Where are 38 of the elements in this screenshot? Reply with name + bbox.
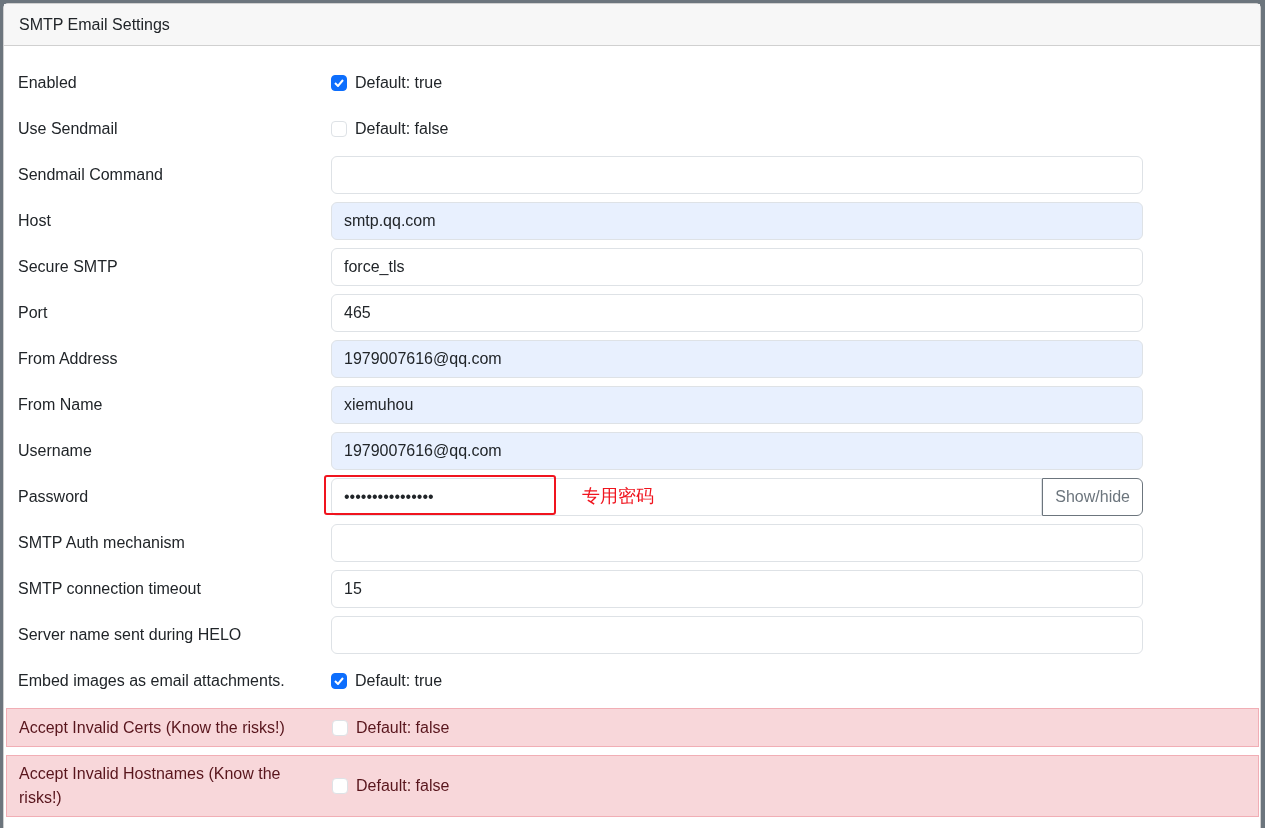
- field-label: From Name: [18, 395, 104, 415]
- field-label: Enabled: [18, 73, 78, 93]
- default-hint: Default: false: [355, 120, 449, 138]
- field-label: Port: [18, 303, 49, 323]
- field-label: SMTP connection timeout: [18, 579, 202, 599]
- show-hide-button[interactable]: Show/hide: [1042, 478, 1143, 516]
- card-header: SMTP Email Settings: [4, 4, 1260, 46]
- input-field[interactable]: [331, 616, 1143, 654]
- input-field[interactable]: 15: [331, 570, 1143, 608]
- field-label: Server name sent during HELO: [18, 625, 243, 645]
- field-label: Password: [18, 487, 90, 507]
- check-icon: [334, 79, 344, 87]
- check-icon: [334, 677, 344, 685]
- annotation-note: 专用密码: [582, 485, 654, 508]
- field-label: Secure SMTP: [18, 257, 119, 277]
- input-field[interactable]: 1979007616@qq.com: [331, 432, 1143, 470]
- checkbox[interactable]: [331, 75, 347, 91]
- field-label: Accept Invalid Hostnames (Know the risks!): [19, 764, 282, 808]
- input-field[interactable]: [331, 156, 1143, 194]
- input-field[interactable]: [331, 524, 1143, 562]
- field-label: From Address: [18, 349, 119, 369]
- field-label: SMTP Auth mechanism: [18, 533, 186, 553]
- field-label: Use Sendmail: [18, 119, 119, 139]
- field-label: Sendmail Command: [18, 165, 164, 185]
- default-hint: Default: false: [356, 718, 450, 737]
- field-label: Embed images as email attachments.: [18, 671, 286, 691]
- input-field[interactable]: 1979007616@qq.com: [331, 340, 1143, 378]
- field-label: Host: [18, 211, 52, 231]
- default-hint: Default: false: [356, 777, 450, 795]
- field-label: Accept Invalid Certs (Know the risks!): [19, 717, 286, 738]
- field-label: Username: [18, 441, 93, 461]
- input-field[interactable]: xiemuhou: [331, 386, 1143, 424]
- default-hint: Default: true: [355, 672, 443, 690]
- input-field[interactable]: force_tls: [331, 248, 1143, 286]
- input-field[interactable]: 465: [331, 294, 1143, 332]
- checkbox[interactable]: [331, 673, 347, 689]
- input-field[interactable]: smtp.qq.com: [331, 202, 1143, 240]
- default-hint: Default: true: [355, 74, 443, 92]
